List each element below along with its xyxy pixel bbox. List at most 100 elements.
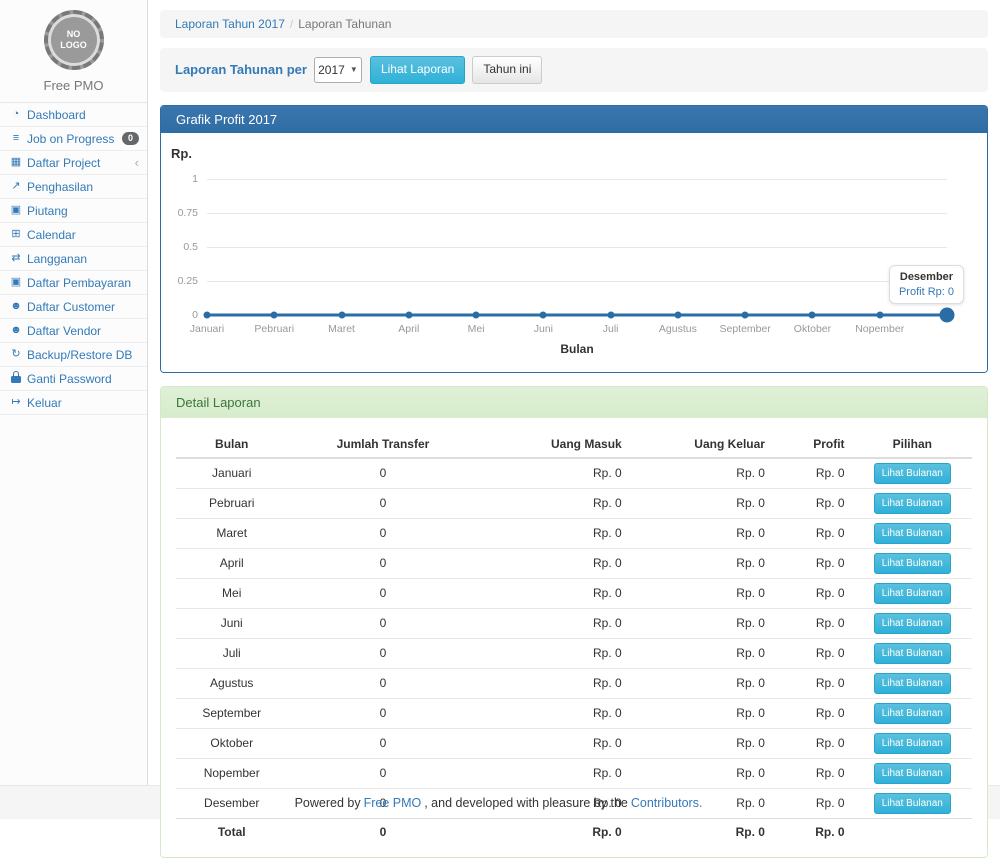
cell-bulan: Mei (176, 578, 287, 608)
sidebar-item-label: Backup/Restore DB (27, 348, 132, 362)
sidebar-item-job-on-progress[interactable]: ≡Job on Progress0 (0, 127, 147, 151)
main-content: Laporan Tahun 2017/Laporan Tahunan Lapor… (148, 0, 1000, 785)
sidebar-item-backup-restore-db[interactable]: ↻Backup/Restore DB (0, 343, 147, 367)
cell-transfer: 0 (287, 668, 478, 698)
cell-pilihan: Lihat Bulanan (853, 518, 972, 548)
sidebar-item-daftar-customer[interactable]: ☻Daftar Customer (0, 295, 147, 319)
x-tick-label: September (719, 323, 770, 335)
sidebar-item-penghasilan[interactable]: ↗Penghasilan (0, 175, 147, 199)
sidebar-item-label: Daftar Customer (27, 300, 115, 314)
cell-bulan: September (176, 698, 287, 728)
lihat-bulanan-button[interactable]: Lihat Bulanan (874, 703, 951, 724)
sidebar-item-calendar[interactable]: ⊞Calendar (0, 223, 147, 247)
cell-masuk: Rp. 0 (478, 728, 629, 758)
data-point-april[interactable] (405, 311, 412, 318)
data-point-pebruari[interactable] (271, 311, 278, 318)
cell-masuk: Rp. 0 (478, 698, 629, 728)
cell-bulan: Maret (176, 518, 287, 548)
data-point-agustus[interactable] (674, 311, 681, 318)
gridline: 0.75 (207, 213, 947, 214)
footer-link-contributors[interactable]: Contributors. (631, 796, 703, 810)
footer-link-free-pmo[interactable]: Free PMO (364, 796, 422, 810)
y-tick-label: 1 (192, 173, 198, 185)
cell-transfer: 0 (287, 578, 478, 608)
table-row: Maret0Rp. 0Rp. 0Rp. 0Lihat Bulanan (176, 518, 972, 548)
cell-keluar: Rp. 0 (630, 488, 773, 518)
data-point-mei[interactable] (473, 311, 480, 318)
cell-keluar: Rp. 0 (630, 698, 773, 728)
y-tick-label: 0 (192, 309, 198, 321)
users-icon: ☻ (8, 325, 24, 336)
lihat-bulanan-button[interactable]: Lihat Bulanan (874, 763, 951, 784)
column-header-bulan: Bulan (176, 431, 287, 458)
cell-profit: Rp. 0 (773, 788, 853, 818)
sidebar-item-ganti-password[interactable]: Ganti Password (0, 367, 147, 391)
lihat-bulanan-button[interactable]: Lihat Bulanan (874, 793, 951, 814)
lihat-bulanan-button[interactable]: Lihat Bulanan (874, 583, 951, 604)
detail-panel-title: Detail Laporan (161, 387, 987, 418)
table-row: Agustus0Rp. 0Rp. 0Rp. 0Lihat Bulanan (176, 668, 972, 698)
table-row: Nopember0Rp. 0Rp. 0Rp. 0Lihat Bulanan (176, 758, 972, 788)
profit-chart: Rp. Desember Profit Rp: 0 Bulan 10.750.5… (161, 133, 987, 372)
breadcrumb-link-laporan-tahun[interactable]: Laporan Tahun 2017 (175, 17, 285, 31)
lihat-laporan-button[interactable]: Lihat Laporan (370, 56, 465, 84)
year-select[interactable]: 2017 ▼ (314, 57, 362, 83)
lihat-bulanan-button[interactable]: Lihat Bulanan (874, 673, 951, 694)
cell-bulan: Oktober (176, 728, 287, 758)
data-point-juni[interactable] (540, 311, 547, 318)
footer-middle: , and developed with pleasure by the (424, 796, 628, 810)
lihat-bulanan-button[interactable]: Lihat Bulanan (874, 733, 951, 754)
data-point-nopember[interactable] (876, 311, 883, 318)
lihat-bulanan-button[interactable]: Lihat Bulanan (874, 523, 951, 544)
brand-name: Free PMO (0, 78, 147, 93)
cell-transfer: 0 (287, 608, 478, 638)
total-cell-masuk: Rp. 0 (478, 818, 629, 845)
cell-masuk: Rp. 0 (478, 758, 629, 788)
sidebar-item-keluar[interactable]: ↦Keluar (0, 391, 147, 415)
data-point-juli[interactable] (607, 311, 614, 318)
sidebar-item-dashboard[interactable]: ◔Dashboard (0, 103, 147, 127)
money-icon: ▣ (8, 205, 24, 216)
table-row: April0Rp. 0Rp. 0Rp. 0Lihat Bulanan (176, 548, 972, 578)
x-tick-label: Oktober (794, 323, 831, 335)
data-point-desember[interactable] (940, 307, 955, 322)
lihat-bulanan-button[interactable]: Lihat Bulanan (874, 553, 951, 574)
data-point-oktober[interactable] (809, 311, 816, 318)
toolbar-label: Laporan Tahunan per (175, 62, 307, 77)
year-select-value: 2017 (318, 63, 345, 77)
chart-tooltip: Desember Profit Rp: 0 (889, 265, 964, 304)
lihat-bulanan-button[interactable]: Lihat Bulanan (874, 643, 951, 664)
no-logo-badge: NO LOGO (44, 10, 104, 70)
lihat-bulanan-button[interactable]: Lihat Bulanan (874, 493, 951, 514)
total-cell-profit: Rp. 0 (773, 818, 853, 845)
data-point-maret[interactable] (338, 311, 345, 318)
data-point-januari[interactable] (204, 311, 211, 318)
cell-keluar: Rp. 0 (630, 638, 773, 668)
cell-profit: Rp. 0 (773, 758, 853, 788)
sidebar-item-daftar-vendor[interactable]: ☻Daftar Vendor (0, 319, 147, 343)
breadcrumb: Laporan Tahun 2017/Laporan Tahunan (160, 10, 988, 38)
caret-down-icon: ▼ (350, 65, 358, 74)
cell-keluar: Rp. 0 (630, 518, 773, 548)
cell-bulan: Juli (176, 638, 287, 668)
sidebar-item-label: Job on Progress (27, 132, 114, 146)
cell-bulan: Desember (176, 788, 287, 818)
lihat-bulanan-button[interactable]: Lihat Bulanan (874, 463, 951, 484)
cell-profit: Rp. 0 (773, 668, 853, 698)
cell-bulan: Juni (176, 608, 287, 638)
cell-transfer: 0 (287, 698, 478, 728)
cell-transfer: 0 (287, 488, 478, 518)
detail-laporan-panel: Detail Laporan BulanJumlah TransferUang … (160, 386, 988, 858)
sidebar-item-piutang[interactable]: ▣Piutang (0, 199, 147, 223)
sidebar-item-langganan[interactable]: ⇄Langganan (0, 247, 147, 271)
data-point-september[interactable] (742, 311, 749, 318)
cell-pilihan: Lihat Bulanan (853, 668, 972, 698)
sidebar-item-daftar-project[interactable]: ▦Daftar Project‹ (0, 151, 147, 175)
refresh-icon: ↻ (8, 349, 24, 360)
lihat-bulanan-button[interactable]: Lihat Bulanan (874, 613, 951, 634)
tahun-ini-button[interactable]: Tahun ini (472, 56, 542, 84)
cell-pilihan: Lihat Bulanan (853, 488, 972, 518)
tooltip-value: Profit Rp: 0 (899, 286, 954, 298)
sidebar-item-daftar-pembayaran[interactable]: ▣Daftar Pembayaran (0, 271, 147, 295)
table-row: September0Rp. 0Rp. 0Rp. 0Lihat Bulanan (176, 698, 972, 728)
